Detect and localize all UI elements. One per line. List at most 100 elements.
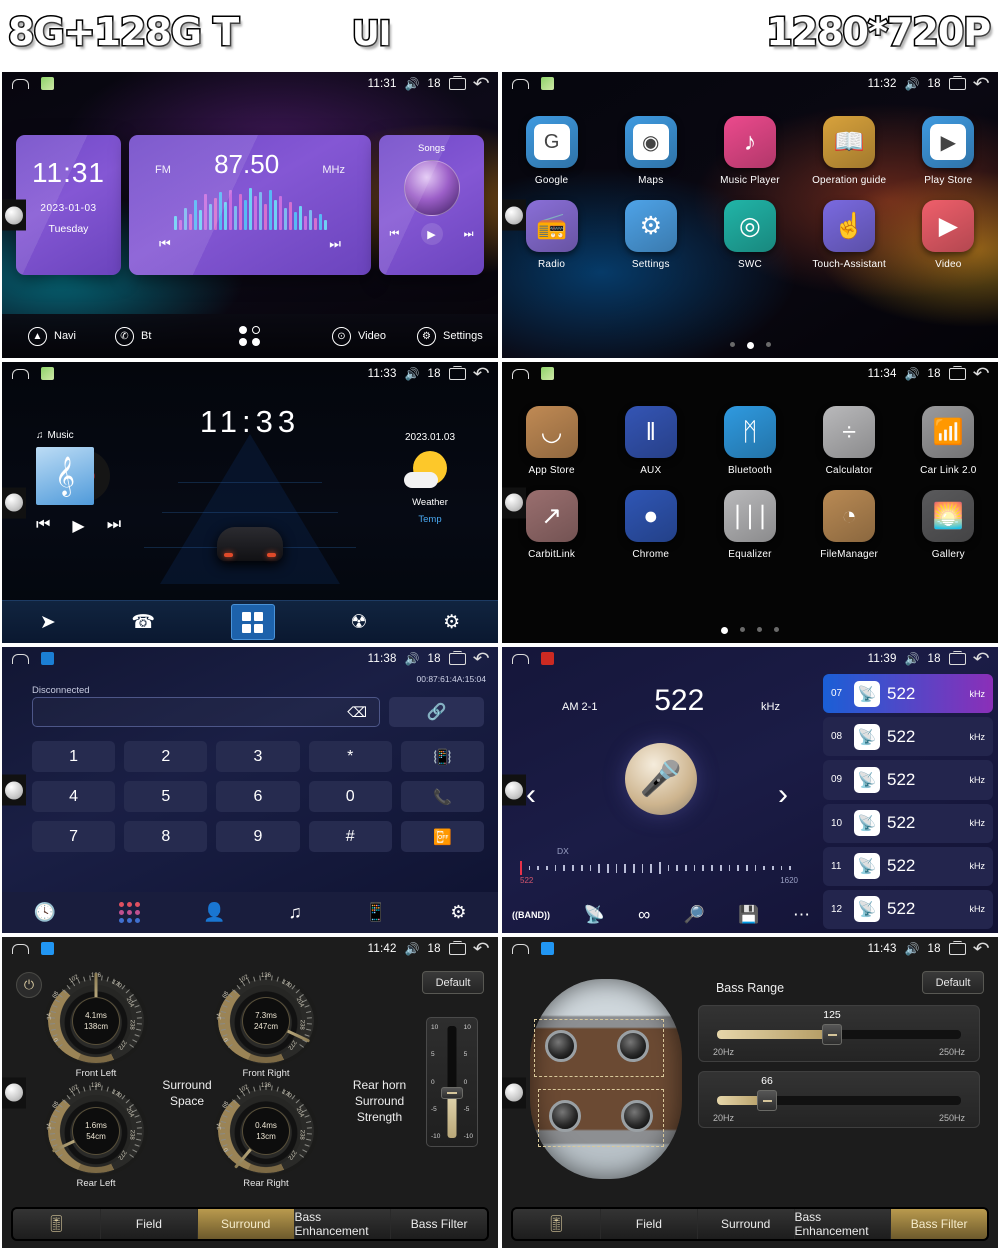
back-icon[interactable]: ↶: [972, 365, 989, 382]
radio-preset-09[interactable]: 09 📡 522 kHz: [823, 760, 993, 800]
volume-icon[interactable]: 🔊: [905, 942, 920, 956]
app-gallery[interactable]: 🌅 Gallery: [907, 490, 989, 560]
page-indicator[interactable]: [502, 627, 998, 634]
app-aux[interactable]: ‖ AUX: [610, 406, 692, 476]
pair-link-button[interactable]: 🔗: [389, 697, 484, 727]
knob-front-right[interactable]: 0 34 68 102 136 170 204 238 272 7.3ms 247cm Front R…: [214, 973, 318, 1079]
page-dot[interactable]: [765, 342, 771, 347]
hardware-knob[interactable]: [2, 1077, 26, 1108]
app-car-link-2-0[interactable]: 📶 Car Link 2.0: [907, 406, 989, 476]
volume-icon[interactable]: 🔊: [905, 367, 920, 381]
dialpad-key-0[interactable]: 0: [308, 781, 392, 812]
fader-thumb[interactable]: [441, 1087, 463, 1100]
app-play-store[interactable]: ▶ Play Store: [907, 116, 989, 186]
speaker-rear-right[interactable]: [621, 1100, 653, 1132]
hardware-knob[interactable]: [2, 487, 26, 518]
song-widget[interactable]: Songs ⏮ ▶ ⏭: [379, 135, 484, 275]
home-icon[interactable]: [512, 78, 529, 89]
power-icon[interactable]: ⏻: [16, 972, 42, 998]
dock-item-video[interactable]: ⊙ Video: [332, 326, 386, 346]
dialpad-key-6[interactable]: 6: [216, 781, 300, 812]
page-indicator[interactable]: [502, 342, 998, 349]
nav-radio-button[interactable]: ☢: [350, 611, 367, 634]
slider-thumb[interactable]: [822, 1024, 842, 1045]
radio-widget[interactable]: FM 87.50 MHz ⏮ ⏭: [129, 135, 371, 275]
dialpad-key-4[interactable]: 4: [32, 781, 116, 812]
app-swc[interactable]: ◎ SWC: [709, 200, 791, 270]
dock-item-bt[interactable]: ✆ Bt: [115, 326, 151, 346]
tab-bass-enhancement[interactable]: Bass Enhancement: [794, 1209, 892, 1239]
page-dot[interactable]: [721, 627, 728, 634]
home-icon[interactable]: [512, 943, 529, 954]
recents-icon[interactable]: [448, 75, 466, 90]
hardware-knob[interactable]: [502, 1077, 526, 1108]
app-music-player[interactable]: ♪ Music Player: [709, 116, 791, 186]
scan-button[interactable]: 🔎: [684, 905, 705, 925]
app-indicator-icon[interactable]: [541, 367, 554, 380]
app-app-store[interactable]: ◡ App Store: [511, 406, 593, 476]
speaker-front-right[interactable]: [617, 1030, 649, 1062]
nav-phone-button[interactable]: ☎: [131, 611, 155, 634]
recents-icon[interactable]: [948, 650, 966, 665]
radio-next-button[interactable]: ⏭: [329, 236, 341, 252]
page-dot[interactable]: [757, 627, 762, 632]
knob-dial[interactable]: 034681021361702042382721.6ms54cm: [44, 1083, 148, 1177]
equalizer-app-icon[interactable]: [41, 942, 54, 955]
nav-music-button[interactable]: ♫: [288, 902, 302, 923]
backspace-icon[interactable]: ⌫: [347, 704, 367, 721]
bass-slider-1[interactable]: 125 20Hz 250Hz: [698, 1005, 980, 1062]
knob-dial[interactable]: 0 34 68 102 136 170 204 238 272 7.3ms 247cm: [214, 973, 318, 1067]
hardware-knob[interactable]: [502, 487, 526, 518]
tab-bass-filter[interactable]: Bass Filter: [391, 1209, 487, 1239]
bluetooth-app-icon[interactable]: [41, 652, 54, 665]
song-play-button[interactable]: ▶: [420, 223, 443, 245]
tab-field[interactable]: Field: [101, 1209, 198, 1239]
radio-preset-08[interactable]: 08 📡 522 kHz: [823, 717, 993, 757]
app-calculator[interactable]: ÷ Calculator: [808, 406, 890, 476]
back-icon[interactable]: ↶: [972, 75, 989, 92]
back-icon[interactable]: ↶: [472, 940, 489, 957]
dialpad-key-2[interactable]: 2: [124, 741, 208, 772]
phone-number-input[interactable]: ⌫: [32, 697, 380, 727]
slider-thumb[interactable]: [757, 1090, 777, 1111]
dock-item-settings[interactable]: ⚙ Settings: [417, 326, 483, 346]
recents-icon[interactable]: [448, 650, 466, 665]
dialpad-key-3[interactable]: 3: [216, 741, 300, 772]
app-chrome[interactable]: ● Chrome: [610, 490, 692, 560]
recents-icon[interactable]: [448, 365, 466, 380]
radio-preset-10[interactable]: 10 📡 522 kHz: [823, 803, 993, 843]
song-next-button[interactable]: ⏭: [464, 228, 474, 241]
nav-apps-button[interactable]: [230, 604, 275, 640]
radio-preset-11[interactable]: 11 📡 522 kHz: [823, 846, 993, 886]
volume-icon[interactable]: 🔊: [405, 367, 420, 381]
app-settings[interactable]: ⚙ Settings: [610, 200, 692, 270]
knob-rear-left[interactable]: 034681021361702042382721.6ms54cmRear Lef…: [44, 1083, 148, 1189]
dialpad-key-#[interactable]: #: [308, 821, 392, 852]
dialpad-key-*[interactable]: *: [308, 741, 392, 772]
call-answer-icon[interactable]: 📞: [400, 781, 484, 812]
volume-icon[interactable]: 🔊: [905, 652, 920, 666]
song-prev-button[interactable]: ⏮: [390, 228, 400, 241]
nav-bt-device-button[interactable]: 📱: [365, 902, 387, 923]
nav-settings-button[interactable]: ⚙: [443, 611, 460, 634]
hardware-knob[interactable]: [502, 774, 526, 806]
hardware-knob[interactable]: [2, 774, 26, 806]
radio-preset-12[interactable]: 12 📡 522 kHz: [823, 889, 993, 930]
app-touch-assistant[interactable]: ☝ Touch-Assistant: [808, 200, 890, 270]
frequency-scale[interactable]: [520, 860, 798, 876]
weather-widget[interactable]: 2023.01.03 Weather Temp: [390, 432, 470, 525]
home-icon[interactable]: [12, 943, 29, 954]
clock-widget[interactable]: 11:31 2023-01-03 Tuesday: [16, 135, 121, 275]
radio-preset-07[interactable]: 07 📡 522 kHz: [823, 674, 993, 714]
tab-equalizer[interactable]: 🎚: [513, 1209, 601, 1239]
tab-bass-enhancement[interactable]: Bass Enhancement: [294, 1209, 392, 1239]
recents-icon[interactable]: [948, 75, 966, 90]
chevron-left-icon[interactable]: ‹: [526, 778, 536, 812]
app-google[interactable]: G Google: [511, 116, 593, 186]
app-operation-guide[interactable]: 📖 Operation guide: [808, 116, 890, 186]
bass-slider-2[interactable]: 66 20Hz 250Hz: [698, 1071, 980, 1128]
home-icon[interactable]: [12, 78, 29, 89]
recents-icon[interactable]: [948, 940, 966, 955]
tab-field[interactable]: Field: [601, 1209, 698, 1239]
volume-icon[interactable]: 🔊: [405, 652, 420, 666]
